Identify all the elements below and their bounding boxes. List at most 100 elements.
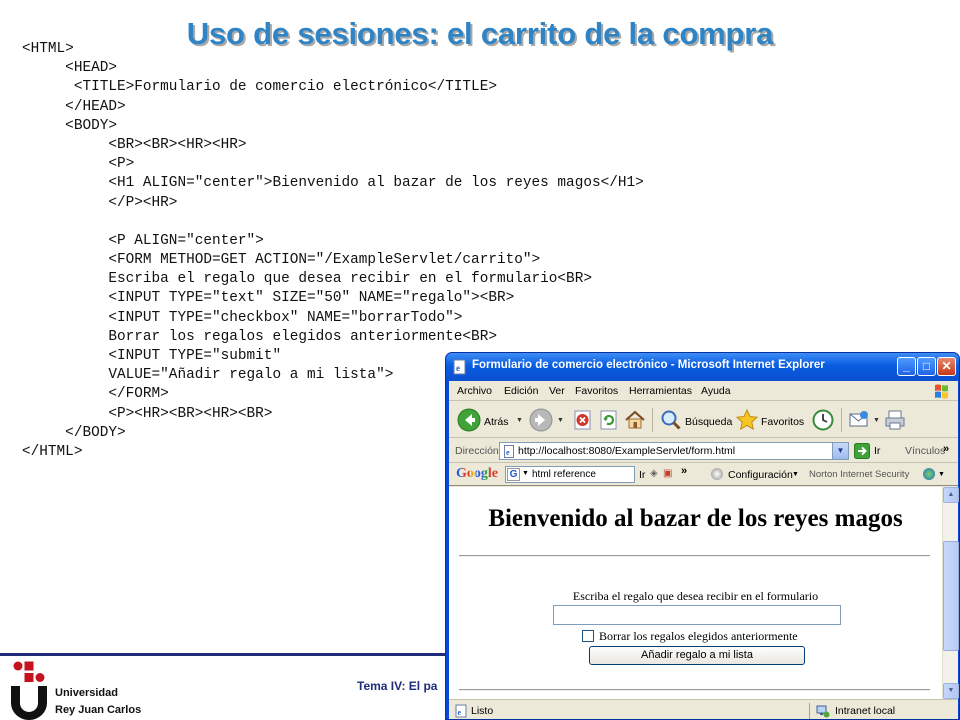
history-icon[interactable] (811, 408, 835, 432)
page-hr (459, 555, 930, 557)
back-arrow-icon[interactable] (457, 408, 481, 432)
menu-archivo[interactable]: Archivo (457, 385, 492, 397)
menu-herramientas[interactable]: Herramientas (629, 385, 692, 397)
intranet-zone-icon (816, 705, 830, 718)
page-content: Bienvenido al bazar de los reyes magos E… (449, 487, 942, 699)
maximize-button[interactable]: □ (917, 357, 936, 376)
go-label[interactable]: Ir (874, 445, 880, 457)
google-logo-text: Google (456, 466, 498, 481)
form-prompt: Escriba el regalo que desea recibir en e… (572, 589, 819, 603)
scroll-up-icon[interactable]: ▲ (943, 487, 959, 503)
code-line: <P> (22, 156, 135, 173)
google-toolbar: Google G ▼ html reference Ir ◈ ▣ » Confi… (449, 464, 958, 486)
code-line: Borrar los regalos elegidos anteriorment… (22, 328, 497, 345)
code-line: <BR><BR><HR><HR> (22, 136, 247, 153)
svg-text:e: e (458, 708, 462, 717)
google-go-label[interactable]: Ir (639, 469, 645, 481)
settings-dropdown-icon[interactable]: ▼ (792, 471, 799, 478)
ie-page-icon: e (453, 359, 466, 375)
google-options-icon[interactable]: ◈ (650, 468, 658, 479)
code-line: <P ALIGN="center"> (22, 232, 264, 249)
code-line: </P><HR> (22, 194, 178, 211)
status-text: Listo (471, 705, 494, 717)
back-label[interactable]: Atrás (484, 416, 509, 428)
norton-globe-icon[interactable] (923, 468, 935, 480)
page-done-icon: e (455, 704, 467, 718)
zone-text: Intranet local (835, 705, 896, 717)
google-chevron-icon[interactable]: » (681, 465, 687, 477)
standard-toolbar: Atrás ▼ ▼ Búsqueda Favoritos ▼ (449, 402, 958, 438)
toolbar-separator (841, 408, 842, 432)
google-search-input[interactable]: G ▼ html reference (505, 466, 635, 483)
links-chevron-icon[interactable]: » (943, 443, 949, 455)
code-line: <TITLE>Formulario de comercio electrónic… (22, 79, 497, 96)
print-icon[interactable] (883, 408, 907, 432)
page-hr (459, 689, 930, 691)
google-query: html reference (532, 469, 596, 480)
university-name: Universidad Rey Juan Carlos (55, 685, 141, 719)
page-icon: e (504, 445, 514, 458)
address-input[interactable]: e http://localhost:8080/ExampleServlet/f… (499, 442, 849, 460)
refresh-icon[interactable] (597, 408, 621, 432)
forward-dropdown-icon[interactable]: ▼ (557, 417, 564, 424)
menu-bar: Archivo Edición Ver Favoritos Herramient… (449, 381, 958, 401)
gift-input[interactable] (553, 605, 841, 625)
windows-flag-icon (935, 384, 948, 399)
google-g-icon: G (507, 468, 520, 481)
mail-icon[interactable] (847, 408, 871, 432)
norton-label[interactable]: Norton Internet Security (809, 469, 909, 480)
university-line-2: Rey Juan Carlos (55, 704, 142, 716)
status-separator (809, 703, 810, 719)
svg-text:e: e (456, 363, 460, 373)
mail-dropdown-icon[interactable]: ▼ (873, 417, 880, 424)
stop-icon[interactable] (571, 408, 595, 432)
code-line: </HEAD> (22, 98, 126, 115)
back-dropdown-icon[interactable]: ▼ (516, 417, 523, 424)
menu-ayuda[interactable]: Ayuda (701, 385, 731, 397)
scroll-down-icon[interactable]: ▼ (943, 683, 959, 699)
university-line-1: Universidad (55, 687, 118, 699)
search-label[interactable]: Búsqueda (685, 416, 732, 428)
code-line: <H1 ALIGN="center">Bienvenido al bazar d… (22, 175, 644, 192)
favorites-label[interactable]: Favoritos (761, 416, 804, 428)
address-url: http://localhost:8080/ExampleServlet/for… (518, 445, 736, 457)
address-label: Dirección (455, 445, 499, 457)
menu-ver[interactable]: Ver (549, 385, 565, 397)
code-line: <HEAD> (22, 60, 117, 77)
google-logo[interactable]: Google (456, 466, 498, 482)
window-titlebar[interactable]: e Formulario de comercio electrónico - M… (446, 353, 959, 381)
ie-window: e Formulario de comercio electrónico - M… (445, 352, 960, 720)
address-dropdown-icon[interactable]: ▼ (832, 443, 848, 459)
status-bar: e Listo Intranet local (449, 699, 958, 719)
university-logo: Universidad Rey Juan Carlos (8, 660, 168, 720)
norton-dropdown-icon[interactable]: ▼ (938, 471, 945, 478)
address-bar: Dirección e http://localhost:8080/Exampl… (449, 439, 958, 463)
scroll-thumb[interactable] (943, 541, 959, 651)
links-label[interactable]: Vínculos (905, 445, 945, 457)
page-heading: Bienvenido al bazar de los reyes magos (488, 505, 903, 532)
clear-all-checkbox[interactable] (582, 630, 594, 642)
favorites-star-icon[interactable] (735, 408, 759, 432)
add-gift-button[interactable]: Añadir regalo a mi lista (589, 646, 805, 665)
menu-favoritos[interactable]: Favoritos (575, 385, 618, 397)
code-line: Escriba el regalo que desea recibir en e… (22, 271, 592, 288)
urjc-emblem-icon (11, 661, 47, 720)
vertical-scrollbar[interactable]: ▲ ▼ (942, 487, 959, 699)
home-icon[interactable] (623, 408, 647, 432)
close-button[interactable]: ✕ (937, 357, 956, 376)
ie-body: Archivo Edición Ver Favoritos Herramient… (449, 381, 959, 719)
go-arrow-icon[interactable] (854, 443, 870, 459)
google-blocker-icon[interactable]: ▣ (663, 468, 672, 479)
menu-edicion[interactable]: Edición (504, 385, 538, 397)
google-settings-label[interactable]: Configuración (728, 469, 793, 481)
google-dropdown-icon[interactable]: ▼ (522, 470, 529, 477)
minimize-button[interactable]: _ (897, 357, 916, 376)
svg-text:e: e (506, 448, 510, 457)
window-title: Formulario de comercio electrónico - Mic… (472, 359, 825, 371)
footer-text: Tema IV: El pa (357, 679, 438, 693)
search-icon[interactable] (659, 408, 683, 432)
code-line: <INPUT TYPE="text" SIZE="50" NAME="regal… (22, 290, 515, 307)
forward-arrow-icon[interactable] (529, 408, 553, 432)
settings-gear-icon[interactable] (711, 468, 723, 480)
